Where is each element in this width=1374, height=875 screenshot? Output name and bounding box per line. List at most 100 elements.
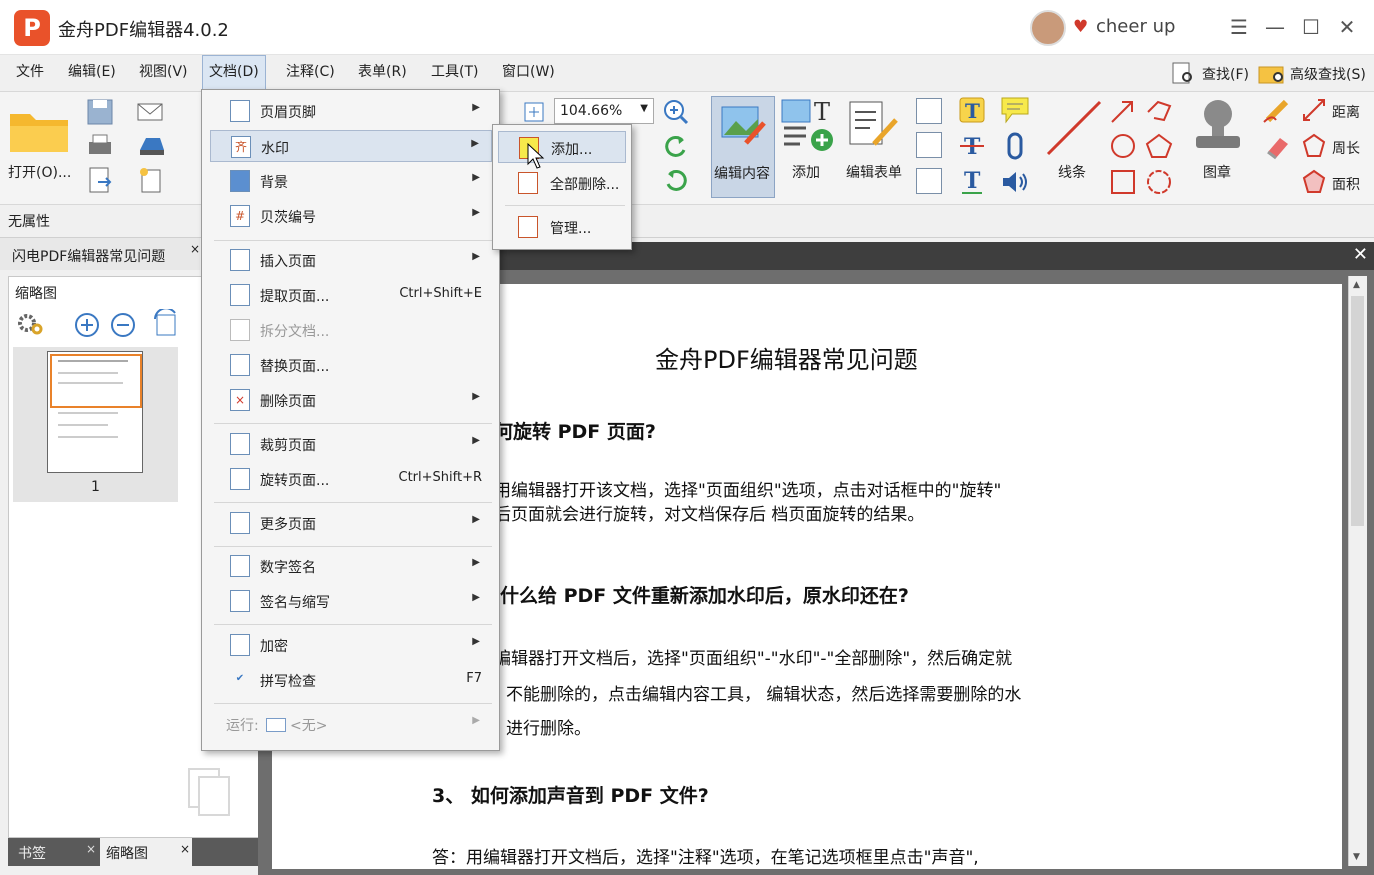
fit-page-icon[interactable]: [522, 100, 546, 124]
menu-edit[interactable]: 编辑(E): [62, 55, 122, 89]
menu-item-delete-pages[interactable]: × 删除页面 ▶: [210, 384, 492, 416]
perimeter-icon[interactable]: [1300, 132, 1328, 160]
gear-icon[interactable]: [15, 309, 47, 337]
menu-item-watermark[interactable]: 齐水印 ▶: [210, 130, 492, 162]
close-icon[interactable]: ×: [180, 842, 190, 856]
close-tab-icon[interactable]: ×: [190, 242, 200, 256]
document-tab-label: 闪电PDF编辑器常见问题: [12, 249, 166, 265]
perimeter-label[interactable]: 周长: [1332, 138, 1360, 158]
line-label[interactable]: 线条: [1058, 162, 1086, 182]
ellipse-icon[interactable]: [1108, 132, 1138, 160]
menu-item-crop-pages[interactable]: 裁剪页面 ▶: [210, 428, 492, 460]
menu-form[interactable]: 表单(R): [352, 55, 413, 89]
cloud-icon[interactable]: [1144, 168, 1174, 196]
menu-item-extract-pages[interactable]: 提取页面... Ctrl+Shift+E: [210, 279, 492, 311]
chevron-right-icon: ▶: [472, 391, 480, 402]
thumbnail-item[interactable]: 1: [13, 347, 178, 502]
new-document-icon[interactable]: [136, 166, 166, 194]
area-icon[interactable]: [1300, 168, 1328, 196]
menu-item-encrypt[interactable]: 加密 ▶: [210, 629, 492, 661]
rotate-thumbnail-icon[interactable]: [151, 307, 181, 339]
menu-item-header-footer[interactable]: 页眉页脚 ▶: [210, 95, 492, 127]
folder-icon[interactable]: [8, 104, 70, 154]
scanner-icon[interactable]: [136, 132, 166, 160]
scroll-up-icon[interactable]: ▲: [1353, 280, 1360, 290]
menu-item-more-pages[interactable]: 更多页面 ▶: [210, 507, 492, 539]
menu-item-bates-numbering[interactable]: # 贝茨编号 ▶: [210, 200, 492, 232]
typewriter-icon[interactable]: T: [958, 96, 986, 124]
edit-form-icon[interactable]: [846, 98, 902, 154]
stamp-label[interactable]: 图章: [1203, 162, 1231, 182]
submenu-add-watermark[interactable]: 添加...: [498, 131, 626, 163]
scrollbar-thumb[interactable]: [1351, 296, 1364, 526]
arrow-icon[interactable]: [1108, 98, 1138, 126]
find-icon[interactable]: [1170, 61, 1196, 85]
menu-file[interactable]: 文件: [10, 55, 50, 89]
zoom-out-thumbnail-icon[interactable]: [109, 311, 137, 339]
menu-item-replace-pages[interactable]: 替换页面...: [210, 349, 492, 381]
menu-item-rotate-pages[interactable]: 旋转页面... Ctrl+Shift+R: [210, 463, 492, 495]
line-icon[interactable]: [1044, 98, 1104, 158]
open-button[interactable]: 打开(O)...: [8, 162, 71, 182]
edit-form-label[interactable]: 编辑表单: [846, 162, 902, 182]
pentagon-icon[interactable]: [1144, 132, 1174, 160]
minimize-button[interactable]: —: [1262, 14, 1288, 40]
zoom-select[interactable]: 104.66% ▼: [554, 98, 654, 124]
menu-item-spell-check[interactable]: ✔ 拼写检查 F7: [210, 664, 492, 696]
zoom-in-thumbnail-icon[interactable]: [73, 311, 101, 339]
text-field-icon[interactable]: [916, 98, 942, 124]
underline-icon[interactable]: T: [958, 168, 986, 196]
note-icon[interactable]: [1000, 96, 1030, 124]
area-label[interactable]: 面积: [1332, 174, 1360, 194]
menu-view[interactable]: 视图(V): [133, 55, 194, 89]
menu-annotate[interactable]: 注释(C): [280, 55, 341, 89]
rectangle-icon[interactable]: [1108, 168, 1138, 196]
save-icon[interactable]: [86, 98, 114, 126]
rotate-left-icon[interactable]: [662, 132, 690, 160]
distance-icon[interactable]: [1300, 96, 1328, 124]
submenu-manage-watermarks[interactable]: 管理...: [498, 211, 626, 243]
menu-item-digital-signature[interactable]: 数字签名 ▶: [210, 550, 492, 582]
close-icon[interactable]: ×: [86, 842, 96, 856]
eraser-icon[interactable]: [1262, 132, 1292, 160]
menu-item-background[interactable]: 背景 ▶: [210, 165, 492, 197]
menu-document[interactable]: 文档(D): [202, 55, 266, 91]
attachment-icon[interactable]: [1000, 132, 1030, 160]
close-document-icon[interactable]: ✕: [1353, 244, 1368, 265]
menu-item-sign-initials[interactable]: 签名与缩写 ▶: [210, 585, 492, 617]
polyline-icon[interactable]: [1144, 98, 1174, 126]
close-button[interactable]: ✕: [1334, 14, 1360, 40]
sound-icon[interactable]: [1000, 168, 1030, 196]
edit-content-button[interactable]: 编辑内容: [711, 96, 775, 198]
vertical-scrollbar[interactable]: ▲ ▼: [1348, 276, 1367, 866]
export-icon[interactable]: [86, 166, 114, 194]
add-content-icon[interactable]: T: [780, 98, 836, 154]
distance-label[interactable]: 距离: [1332, 102, 1360, 122]
text-callout-icon[interactable]: [916, 168, 942, 194]
print-icon[interactable]: [86, 132, 114, 160]
stamp-icon[interactable]: [1190, 96, 1246, 156]
menu-window[interactable]: 窗口(W): [496, 55, 561, 89]
rotate-right-icon[interactable]: [662, 166, 690, 194]
menu-icon[interactable]: ☰: [1226, 14, 1252, 40]
user-avatar[interactable]: [1030, 10, 1066, 46]
menu-item-insert-pages[interactable]: 插入页面 ▶: [210, 244, 492, 276]
strikeout-icon[interactable]: T: [958, 132, 986, 160]
thumbnail-line: [58, 372, 118, 374]
user-name[interactable]: cheer up: [1096, 16, 1175, 37]
advanced-find-button[interactable]: 高级查找(S): [1290, 64, 1366, 84]
text-box-icon[interactable]: [916, 132, 942, 158]
advanced-find-icon[interactable]: [1258, 61, 1286, 85]
scroll-down-icon[interactable]: ▼: [1353, 852, 1360, 862]
add-label[interactable]: 添加: [792, 162, 820, 182]
email-icon[interactable]: [136, 98, 166, 126]
submenu-delete-all-watermarks[interactable]: 全部删除...: [498, 167, 626, 199]
pencil-icon[interactable]: [1262, 96, 1292, 124]
thumbnails-tab[interactable]: 缩略图 ×: [100, 838, 192, 866]
zoom-in-icon[interactable]: [662, 98, 690, 126]
find-button[interactable]: 查找(F): [1202, 64, 1249, 84]
document-tab[interactable]: 闪电PDF编辑器常见问题 ×: [0, 238, 200, 270]
maximize-button[interactable]: ☐: [1298, 14, 1324, 40]
menu-tools[interactable]: 工具(T): [425, 55, 484, 89]
bookmarks-tab[interactable]: 书签 ×: [8, 838, 98, 866]
